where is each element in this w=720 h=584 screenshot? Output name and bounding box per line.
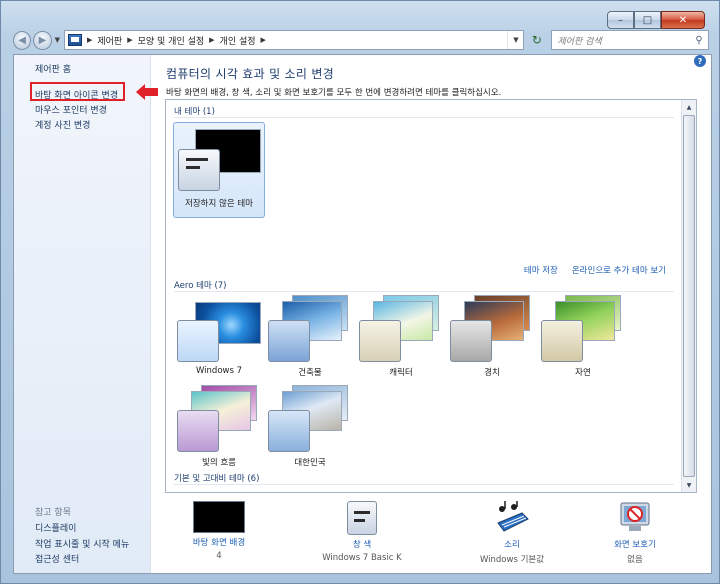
forward-button[interactable]: ▶ <box>33 30 52 50</box>
theme-label: 빛의 흐름 <box>202 458 236 468</box>
address-bar[interactable]: ▶ 제어판 ▶ 모양 및 개인 설정 ▶ 개인 설정 ▶ ▼ <box>63 30 525 50</box>
back-button[interactable]: ◀ <box>13 30 32 50</box>
setting-label: 화면 보호기 <box>614 540 656 550</box>
refresh-icon[interactable]: ↻ <box>526 30 547 50</box>
see-also-taskbar-link[interactable]: 작업 표시줄 및 시작 메뉴 <box>35 537 129 550</box>
theme-label: 경치 <box>484 368 500 378</box>
breadcrumb-appearance[interactable]: 모양 및 개인 설정 <box>138 34 205 47</box>
theme-tile-characters[interactable]: 캐릭터 <box>355 295 447 391</box>
chevron-right-icon[interactable]: ▶ <box>127 36 132 44</box>
page-title: 컴퓨터의 시각 효과 및 소리 변경 <box>166 67 334 81</box>
window-color-swatch <box>541 320 583 362</box>
aero-themes-heading: Aero 테마 (7) <box>174 281 227 291</box>
window-color-swatch <box>177 410 219 452</box>
navigation-bar: ◀ ▶ ▼ ▶ 제어판 ▶ 모양 및 개인 설정 ▶ 개인 설정 ▶ ▼ ↻ 제… <box>13 29 709 51</box>
desktop-background-setting[interactable]: 바탕 화면 배경 4 <box>164 495 274 561</box>
highlight-annotation-box <box>30 82 125 101</box>
breadcrumb-control-panel[interactable]: 제어판 <box>97 34 122 47</box>
settings-bar: 바탕 화면 배경 4 창 색 Windows 7 Basic K 소리 Wind… <box>152 495 712 573</box>
save-theme-link[interactable]: 테마 저장 <box>524 264 558 276</box>
search-placeholder: 제어판 검색 <box>557 36 602 47</box>
sidebar-mouse-pointer-link[interactable]: 마우스 포인터 변경 <box>35 103 107 116</box>
recent-pages-dropdown-icon[interactable]: ▼ <box>55 36 60 44</box>
basic-theme-thumbnail[interactable] <box>379 492 445 493</box>
search-icon[interactable]: ⚲ <box>690 35 708 46</box>
sidebar-home-link[interactable]: 제어판 홈 <box>35 62 71 75</box>
window-color-icon <box>347 501 377 535</box>
theme-label: 대한민국 <box>294 458 326 468</box>
my-themes-heading: 내 테마 (1) <box>174 107 215 117</box>
scroll-up-icon[interactable]: ▲ <box>682 100 696 114</box>
basic-theme-thumbnail[interactable] <box>561 492 627 493</box>
window-frame: – □ ✕ ◀ ▶ ▼ ▶ 제어판 ▶ 모양 및 개인 설정 ▶ 개인 설정 ▶… <box>0 0 720 584</box>
setting-value: 4 <box>216 551 222 561</box>
sidebar: 제어판 홈 바탕 화면 아이콘 변경 마우스 포인터 변경 계정 사진 변경 참… <box>14 55 158 573</box>
window-color-swatch <box>177 320 219 362</box>
window-color-swatch <box>359 320 401 362</box>
chevron-right-icon[interactable]: ▶ <box>261 36 266 44</box>
window-controls: – □ ✕ <box>607 11 705 29</box>
chevron-right-icon[interactable]: ▶ <box>209 36 214 44</box>
red-arrow-annotation-icon <box>136 84 158 100</box>
theme-tile-architecture[interactable]: 건축물 <box>264 295 356 391</box>
theme-tile-light-flow[interactable]: 빛의 흐름 <box>173 385 265 481</box>
basic-theme-thumbnail[interactable] <box>196 492 256 493</box>
theme-label: 건축물 <box>298 368 322 378</box>
chevron-down-icon[interactable]: ▼ <box>507 31 523 49</box>
see-also-accessibility-link[interactable]: 접근성 센터 <box>35 552 79 565</box>
window-color-swatch <box>178 149 220 191</box>
window-color-swatch <box>268 410 310 452</box>
theme-links: 테마 저장 온라인으로 추가 테마 보기 <box>524 264 666 276</box>
minimize-button[interactable]: – <box>607 11 634 29</box>
theme-tile-landscapes[interactable]: 경치 <box>446 295 538 391</box>
see-also-heading: 참고 항목 <box>35 508 71 518</box>
window-color-swatch <box>268 320 310 362</box>
help-icon[interactable]: ? <box>694 55 706 67</box>
screen-saver-icon <box>620 502 650 531</box>
theme-label: Windows 7 <box>195 366 243 376</box>
breadcrumb-personalization[interactable]: 개인 설정 <box>220 34 256 47</box>
search-input[interactable]: 제어판 검색 ⚲ <box>551 30 709 50</box>
control-panel-icon <box>67 34 82 46</box>
scrollbar[interactable]: ▲ ▼ <box>681 100 696 492</box>
divider <box>174 484 674 485</box>
theme-list: 내 테마 (1) 저장하지 않은 테마 테마 저장 온라인으로 추가 테마 보기… <box>165 99 697 493</box>
see-also-display-link[interactable]: 디스플레이 <box>35 521 76 534</box>
basic-themes-heading: 기본 및 고대비 테마 (6) <box>174 474 260 484</box>
client-area: 제어판 홈 바탕 화면 아이콘 변경 마우스 포인터 변경 계정 사진 변경 참… <box>13 54 712 574</box>
online-themes-link[interactable]: 온라인으로 추가 테마 보기 <box>572 264 666 276</box>
theme-tile-unsaved[interactable]: 저장하지 않은 테마 <box>173 122 265 218</box>
page-description: 바탕 화면의 배경, 창 색, 소리 및 화면 보호기를 모두 한 번에 변경하… <box>166 88 502 98</box>
scroll-down-icon[interactable]: ▼ <box>682 478 696 492</box>
basic-theme-thumbnail[interactable] <box>288 492 354 493</box>
desktop-background-icon <box>193 501 245 533</box>
setting-value: Windows 7 Basic K <box>322 553 402 563</box>
close-button[interactable]: ✕ <box>661 11 705 29</box>
scrollbar-thumb[interactable] <box>683 115 695 477</box>
setting-label: 바탕 화면 배경 <box>192 538 246 548</box>
window-color-setting[interactable]: 창 색 Windows 7 Basic K <box>307 495 417 563</box>
sounds-setting[interactable]: 소리 Windows 기본값 <box>457 495 567 565</box>
setting-value: Windows 기본값 <box>479 555 545 565</box>
theme-label: 저장하지 않은 테마 <box>185 199 253 209</box>
theme-label: 자연 <box>575 368 591 378</box>
theme-tile-windows7[interactable]: Windows 7 <box>173 295 265 391</box>
maximize-button[interactable]: □ <box>634 11 661 29</box>
theme-label: 캐릭터 <box>389 368 413 378</box>
divider <box>174 291 674 292</box>
window-color-swatch <box>450 320 492 362</box>
setting-label: 소리 <box>504 540 520 550</box>
basic-theme-thumbnail[interactable] <box>470 492 536 493</box>
divider <box>174 117 674 118</box>
theme-tile-korea[interactable]: 대한민국 <box>264 385 356 481</box>
setting-value: 없음 <box>627 555 643 565</box>
sidebar-account-picture-link[interactable]: 계정 사진 변경 <box>35 118 90 131</box>
setting-label: 창 색 <box>352 540 372 550</box>
sounds-icon <box>497 501 529 532</box>
screen-saver-setting[interactable]: 화면 보호기 없음 <box>580 495 690 565</box>
theme-tile-nature[interactable]: 자연 <box>537 295 629 391</box>
chevron-right-icon[interactable]: ▶ <box>87 36 92 44</box>
